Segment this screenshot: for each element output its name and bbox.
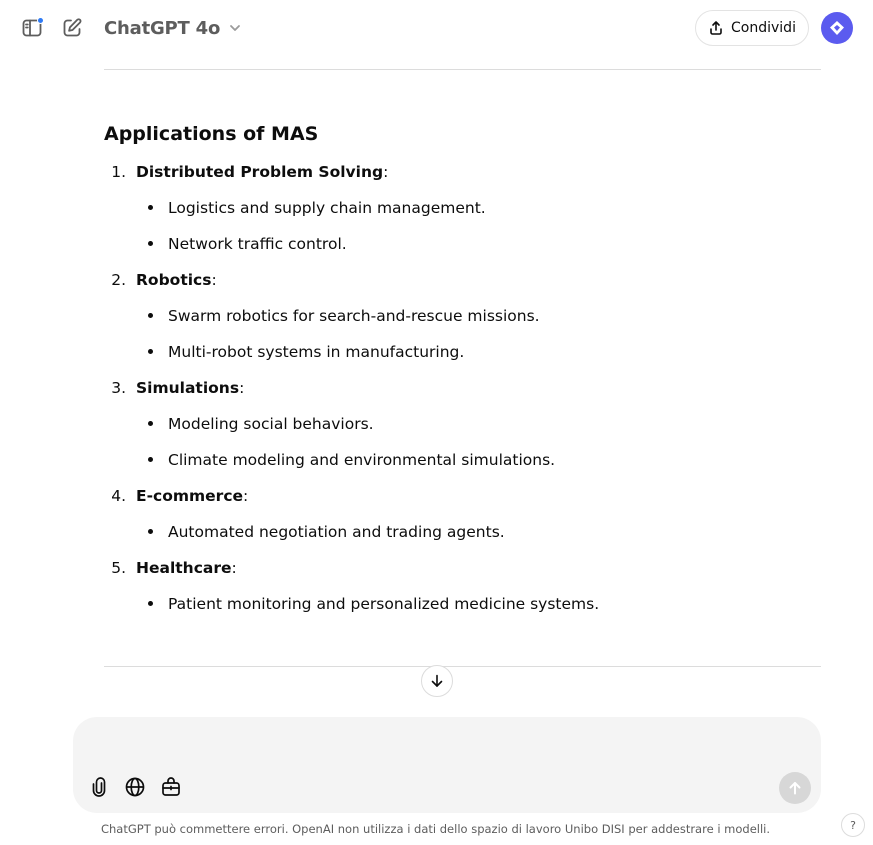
- bottom-divider: [104, 666, 821, 667]
- bullet-dot: [148, 529, 153, 534]
- model-name: ChatGPT 4o: [104, 17, 221, 39]
- bullet-dot: [148, 205, 153, 210]
- notification-dot: [37, 17, 44, 24]
- list-item-text: E-commerce:: [136, 478, 248, 514]
- scroll-down-button[interactable]: [421, 665, 453, 697]
- send-button[interactable]: [779, 772, 811, 804]
- list-item-title: Distributed Problem Solving: [136, 163, 384, 181]
- top-divider: [104, 69, 821, 70]
- arrow-up-icon: [787, 780, 803, 796]
- bullet-item: Logistics and supply chain management.: [104, 190, 821, 226]
- list-item-suffix: :: [383, 163, 389, 181]
- bullet-dot: [148, 349, 153, 354]
- avatar[interactable]: [821, 12, 853, 44]
- bullet-text: Modeling social behaviors.: [168, 415, 374, 433]
- list-item-title: E-commerce: [136, 487, 244, 505]
- bullet-text: Climate modeling and environmental simul…: [168, 451, 556, 469]
- bullet-item: Swarm robotics for search-and-rescue mis…: [104, 298, 821, 334]
- share-label: Condividi: [731, 20, 796, 36]
- list-item-suffix: :: [239, 379, 245, 397]
- list-item-suffix: :: [243, 487, 249, 505]
- help-button[interactable]: ?: [841, 813, 865, 837]
- list-item: 5. Healthcare:: [104, 550, 821, 586]
- chevron-down-icon: [228, 21, 242, 35]
- paperclip-icon: [89, 777, 109, 797]
- tools-button[interactable]: [157, 773, 185, 801]
- bullet-text: Logistics and supply chain management.: [168, 199, 486, 217]
- edit-icon: [61, 17, 83, 39]
- new-chat-button[interactable]: [56, 12, 88, 44]
- list-number: 4.: [111, 487, 126, 505]
- list-item-title: Robotics: [136, 271, 212, 289]
- top-bar: ChatGPT 4o Condividi: [0, 0, 873, 56]
- list-item: 4. E-commerce:: [104, 478, 821, 514]
- bullet-item: Modeling social behaviors.: [104, 406, 821, 442]
- bullet-text: Multi-robot systems in manufacturing.: [168, 343, 465, 361]
- composer: [73, 717, 821, 813]
- bullet-item: Network traffic control.: [104, 226, 821, 262]
- list-item-text: Healthcare:: [136, 550, 237, 586]
- bullet-dot: [148, 457, 153, 462]
- attach-button[interactable]: [85, 773, 113, 801]
- share-icon: [708, 20, 724, 36]
- bullet-dot: [148, 313, 153, 318]
- web-search-button[interactable]: [121, 773, 149, 801]
- section-title: Applications of MAS: [104, 123, 319, 145]
- toolbox-icon: [160, 776, 182, 798]
- share-button[interactable]: Condividi: [695, 10, 809, 46]
- list-item: 2. Robotics:: [104, 262, 821, 298]
- assistant-message: Applications of MAS 1. Distributed Probl…: [104, 118, 821, 622]
- list-number: 2.: [111, 271, 126, 289]
- list-number: 1.: [111, 163, 126, 181]
- list-item-suffix: :: [211, 271, 217, 289]
- message-input[interactable]: [97, 731, 777, 755]
- list-item: 1. Distributed Problem Solving:: [104, 154, 821, 190]
- bullet-text: Network traffic control.: [168, 235, 347, 253]
- list-item-text: Distributed Problem Solving:: [136, 154, 388, 190]
- list-item: 3. Simulations:: [104, 370, 821, 406]
- list-number: 5.: [111, 559, 126, 577]
- bullet-item: Automated negotiation and trading agents…: [104, 514, 821, 550]
- globe-icon: [124, 776, 146, 798]
- model-selector[interactable]: ChatGPT 4o: [96, 12, 250, 44]
- list-item-title: Simulations: [136, 379, 240, 397]
- bullet-item: Patient monitoring and personalized medi…: [104, 586, 821, 622]
- bullet-text: Patient monitoring and personalized medi…: [168, 595, 600, 613]
- disclaimer-text: ChatGPT può commettere errori. OpenAI no…: [100, 822, 771, 836]
- bullet-dot: [148, 421, 153, 426]
- sidebar-toggle-button[interactable]: [16, 12, 48, 44]
- bullet-dot: [148, 241, 153, 246]
- bullet-text: Swarm robotics for search-and-rescue mis…: [168, 307, 540, 325]
- list-item-text: Robotics:: [136, 262, 217, 298]
- list-item-title: Healthcare: [136, 559, 232, 577]
- list-item-text: Simulations:: [136, 370, 244, 406]
- arrow-down-icon: [429, 673, 445, 689]
- list-item-suffix: :: [231, 559, 237, 577]
- bullet-dot: [148, 601, 153, 606]
- diamond-logo-icon: [828, 19, 846, 37]
- bullet-item: Climate modeling and environmental simul…: [104, 442, 821, 478]
- bullet-item: Multi-robot systems in manufacturing.: [104, 334, 821, 370]
- list-number: 3.: [111, 379, 126, 397]
- bullet-text: Automated negotiation and trading agents…: [168, 523, 505, 541]
